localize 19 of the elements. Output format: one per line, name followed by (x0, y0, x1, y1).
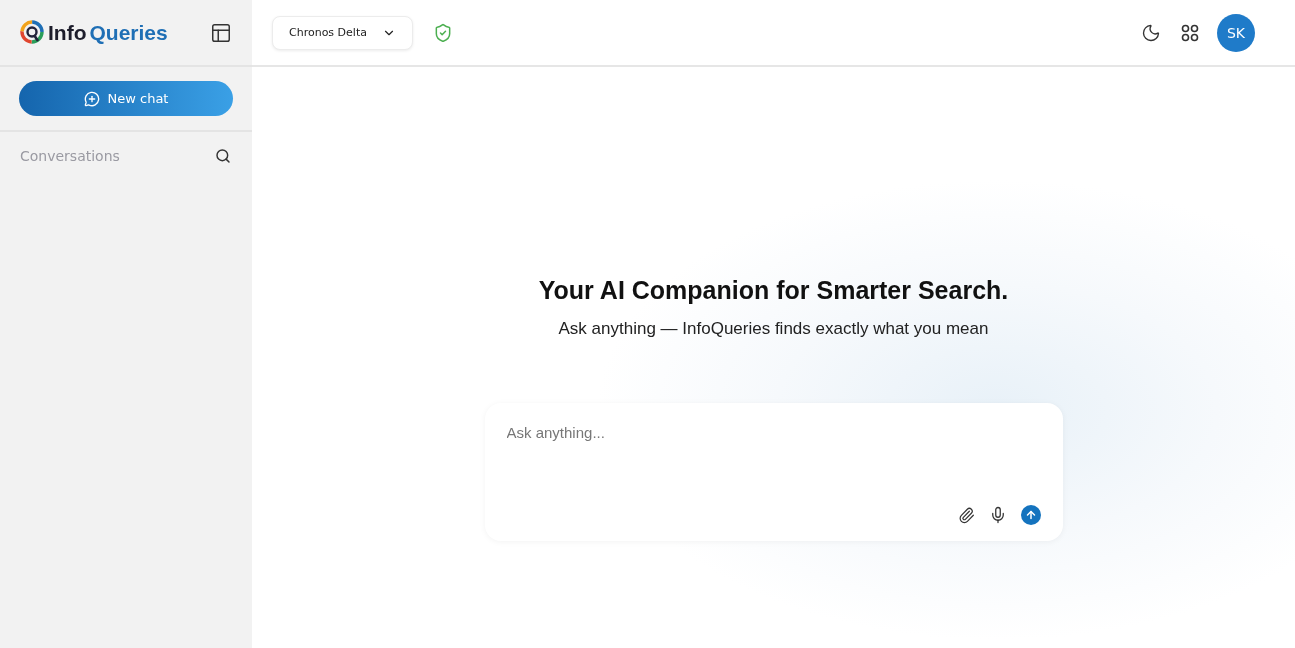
conversations-heading: Conversations (20, 148, 120, 164)
logo-icon (19, 19, 45, 46)
apps-icon[interactable] (1181, 23, 1199, 42)
search-button[interactable] (215, 148, 231, 164)
new-chat-button[interactable]: New chat (19, 81, 233, 116)
composer-field[interactable]: Ask anything... (484, 403, 1063, 541)
brand-name: Info (48, 20, 87, 45)
workspace-select[interactable]: Chronos Delta (272, 15, 413, 50)
attach-button[interactable] (957, 506, 975, 524)
hero-title: Your AI Companion for Smarter Search. (538, 276, 1009, 305)
user-avatar[interactable]: SK (1217, 13, 1255, 52)
dark-mode-button[interactable] (1141, 22, 1161, 43)
sidebar-toggle-button[interactable] (210, 21, 232, 44)
brand-name-accent: Queries (89, 20, 168, 45)
shield-check-icon (433, 22, 453, 43)
arrow-up-icon (1024, 509, 1037, 521)
chat-plus-icon (83, 90, 100, 107)
send-button[interactable] (1020, 505, 1041, 525)
hero-subtitle: Ask anything — InfoQueries finds exactly what you mean (558, 319, 989, 339)
